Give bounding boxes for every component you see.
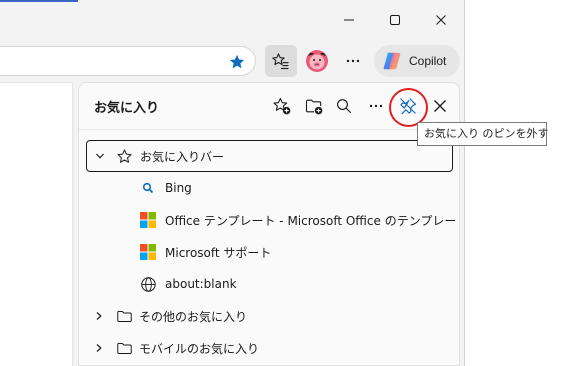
- page-content-area[interactable]: [0, 82, 73, 366]
- favorite-item-microsoft-support[interactable]: Microsoft サポート: [79, 236, 459, 268]
- favorite-item-label: Microsoft サポート: [165, 245, 272, 260]
- copilot-label: Copilot: [409, 54, 447, 68]
- favorite-item-bing[interactable]: Bing: [79, 172, 459, 204]
- favorite-item-office-templates[interactable]: Office テンプレート - Microsoft Office のテンプレー: [79, 204, 459, 236]
- favorites-toolbar-button[interactable]: [265, 45, 297, 77]
- other-favorites-folder[interactable]: その他のお気に入り: [79, 300, 459, 332]
- folder-label: その他のお気に入り: [139, 309, 248, 324]
- favorite-item-label: Bing: [165, 181, 192, 195]
- more-options-button[interactable]: [363, 93, 389, 119]
- bing-search-icon: [139, 179, 157, 197]
- chevron-right-icon[interactable]: [92, 309, 106, 323]
- title-bar: [0, 0, 465, 40]
- microsoft-logo-icon: [139, 243, 157, 261]
- folder-icon: [115, 339, 133, 357]
- star-add-icon: [273, 97, 291, 115]
- folder-icon: [115, 307, 133, 325]
- panel-title: お気に入り: [94, 101, 160, 116]
- close-icon: [436, 15, 446, 25]
- panel-divider: [79, 129, 459, 130]
- folder-add-icon: [305, 99, 323, 115]
- mobile-favorites-folder[interactable]: モバイルのお気に入り: [79, 332, 459, 364]
- settings-more-button[interactable]: [337, 45, 369, 77]
- copilot-logo-icon: [383, 52, 401, 70]
- address-bar[interactable]: [0, 46, 256, 76]
- profile-button[interactable]: [301, 45, 333, 77]
- search-favorites-button[interactable]: [331, 93, 357, 119]
- microsoft-logo-icon: [139, 211, 157, 229]
- globe-icon: [139, 275, 157, 293]
- favorite-item-about-blank[interactable]: about:blank: [79, 268, 459, 300]
- add-current-page-button[interactable]: [269, 93, 295, 119]
- browser-window: Copilot お気に入り お気に入りバー Bing Office テンプレート…: [0, 0, 465, 366]
- favorites-bar-folder[interactable]: お気に入りバー: [86, 140, 453, 172]
- close-window-button[interactable]: [418, 0, 464, 40]
- search-icon: [337, 99, 352, 114]
- chevron-right-icon[interactable]: [92, 341, 106, 355]
- favorite-item-label: about:blank: [165, 277, 237, 291]
- more-horizontal-icon: [369, 104, 383, 108]
- favorite-item-label: Office テンプレート - Microsoft Office のテンプレー: [165, 213, 457, 228]
- more-horizontal-icon: [346, 59, 360, 63]
- minimize-button[interactable]: [326, 0, 372, 40]
- copilot-button[interactable]: Copilot: [374, 45, 460, 77]
- close-panel-button[interactable]: [427, 93, 453, 119]
- unpin-tooltip: お気に入り のピンを外す: [417, 122, 549, 146]
- minimize-icon: [344, 19, 354, 21]
- star-outline-icon: [115, 147, 133, 165]
- close-icon: [434, 100, 446, 112]
- folder-label: モバイルのお気に入り: [139, 341, 260, 356]
- maximize-icon: [390, 15, 400, 25]
- profile-avatar-icon: [306, 50, 328, 72]
- chevron-down-icon[interactable]: [93, 149, 107, 163]
- add-folder-button[interactable]: [301, 93, 327, 119]
- star-filled-icon: [229, 54, 245, 69]
- favorites-list-icon: [272, 53, 289, 70]
- favorites-bar-label: お気に入りバー: [140, 149, 225, 164]
- add-favorite-button[interactable]: [226, 51, 248, 73]
- maximize-button[interactable]: [372, 0, 418, 40]
